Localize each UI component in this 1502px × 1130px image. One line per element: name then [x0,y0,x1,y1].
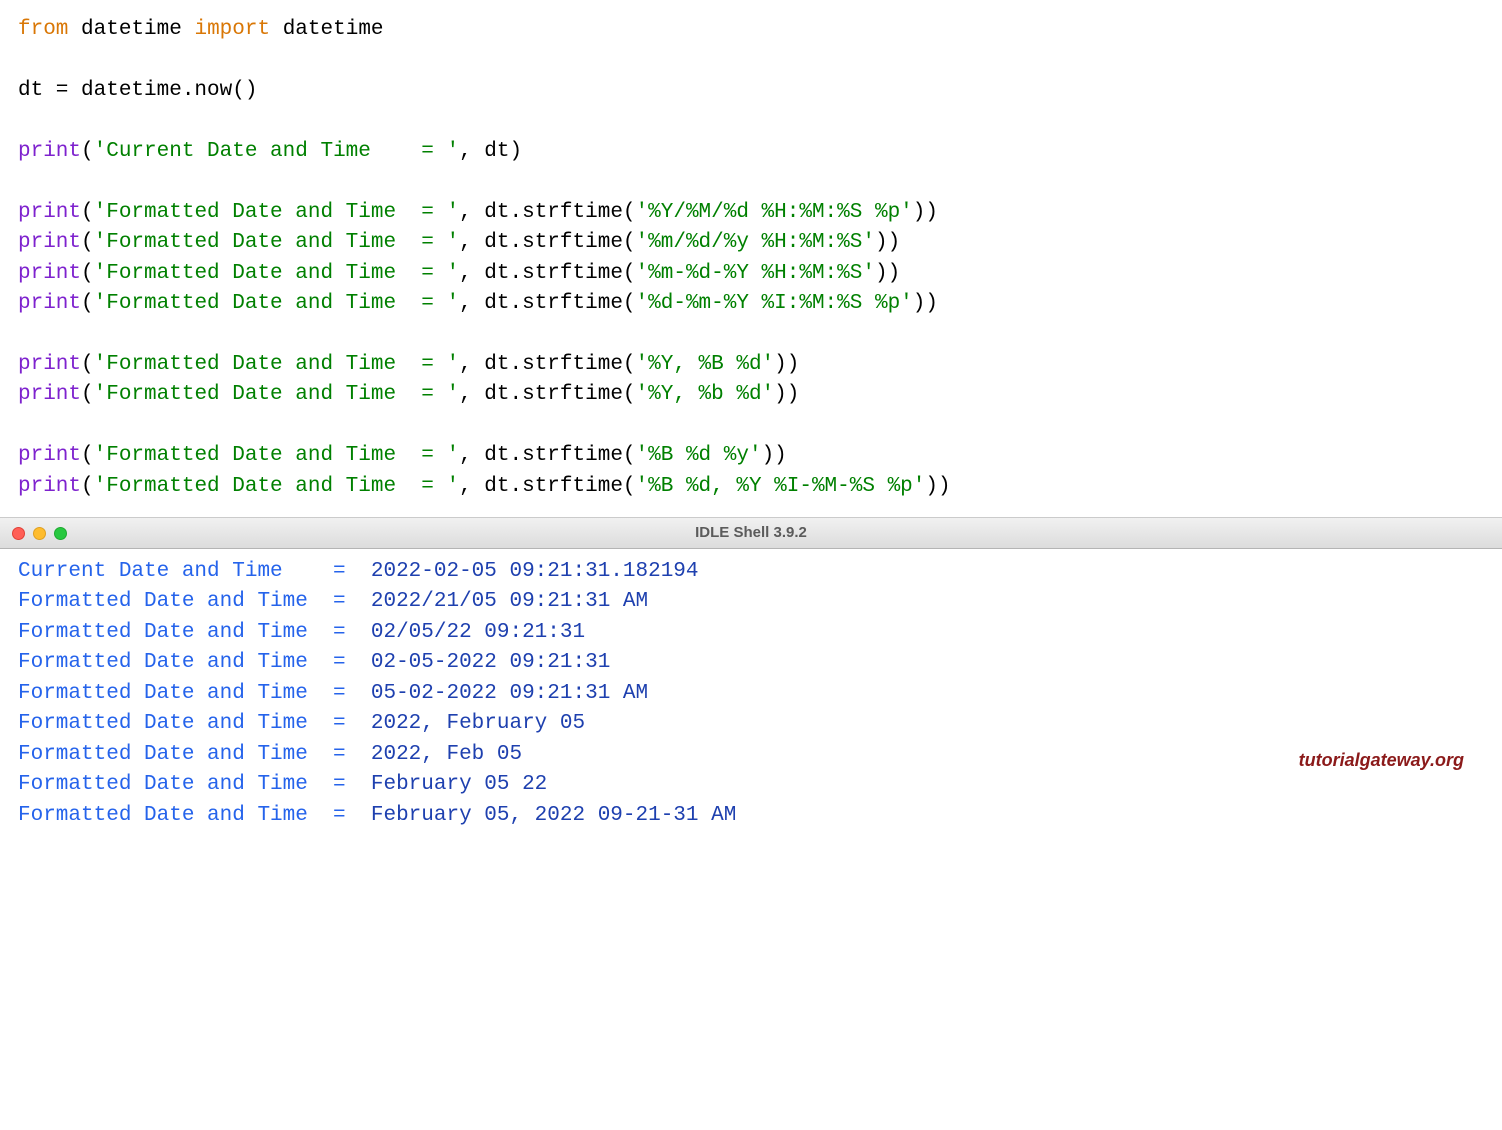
call-prefix: , dt.strftime( [459,444,635,467]
close-icon[interactable] [12,527,25,540]
format-string: '%Y, %B %d' [636,353,775,376]
shell-title: IDLE Shell 3.9.2 [0,522,1502,544]
call-prefix: , dt.strftime( [459,201,635,224]
format-string: '%Y, %b %d' [636,383,775,406]
output-line-value: 02/05/22 09:21:31 [371,621,585,644]
format-string: '%d-%m-%Y %I:%M:%S %p' [636,292,913,315]
call-prefix: , dt.strftime( [459,383,635,406]
maximize-icon[interactable] [54,527,67,540]
print-call: print [18,444,81,467]
call-prefix: , dt.strftime( [459,292,635,315]
print-call: print [18,353,81,376]
output-line-value: 05-02-2022 09:21:31 AM [371,682,648,705]
output-line-label: Formatted Date and Time = [18,590,371,613]
shell-titlebar[interactable]: IDLE Shell 3.9.2 [0,517,1502,549]
output-line-label: Formatted Date and Time = [18,621,371,644]
call-prefix: , dt.strftime( [459,475,635,498]
format-string: '%Y/%M/%d %H:%M:%S %p' [636,201,913,224]
print-call: print [18,262,81,285]
output-line-label: Formatted Date and Time = [18,773,371,796]
output-line-label: Current Date and Time = [18,560,371,583]
string-literal: 'Formatted Date and Time = ' [94,444,459,467]
args: , dt) [459,140,522,163]
print-call: print [18,475,81,498]
print-call: print [18,140,81,163]
output-line-label: Formatted Date and Time = [18,651,371,674]
print-call: print [18,383,81,406]
format-string: '%m/%d/%y %H:%M:%S' [636,231,875,254]
output-line-value: 2022/21/05 09:21:31 AM [371,590,648,613]
output-line-value: 2022-02-05 09:21:31.182194 [371,560,699,583]
format-string: '%B %d %y' [636,444,762,467]
print-call: print [18,201,81,224]
format-string: '%B %d, %Y %I-%M-%S %p' [636,475,926,498]
watermark: tutorialgateway.org [1299,747,1464,773]
code-editor: from datetime import datetime dt = datet… [0,0,1502,517]
output-line-label: Formatted Date and Time = [18,804,371,827]
module-name: datetime [81,18,182,41]
shell-output: Current Date and Time = 2022-02-05 09:21… [0,549,1502,846]
string-literal: 'Formatted Date and Time = ' [94,231,459,254]
minimize-icon[interactable] [33,527,46,540]
print-call: print [18,292,81,315]
import-target: datetime [283,18,384,41]
output-line-value: 2022, Feb 05 [371,743,522,766]
string-literal: 'Formatted Date and Time = ' [94,262,459,285]
call-prefix: , dt.strftime( [459,353,635,376]
window-controls [12,527,67,540]
format-string: '%m-%d-%Y %H:%M:%S' [636,262,875,285]
string-literal: 'Formatted Date and Time = ' [94,383,459,406]
output-line-value: 02-05-2022 09:21:31 [371,651,610,674]
print-call: print [18,231,81,254]
string-literal: 'Formatted Date and Time = ' [94,353,459,376]
output-line-label: Formatted Date and Time = [18,743,371,766]
keyword-import: import [194,18,270,41]
output-line-value: February 05 22 [371,773,547,796]
call-prefix: , dt.strftime( [459,262,635,285]
string-literal: 'Formatted Date and Time = ' [94,475,459,498]
output-line-value: 2022, February 05 [371,712,585,735]
string-literal: 'Formatted Date and Time = ' [94,292,459,315]
call-prefix: , dt.strftime( [459,231,635,254]
keyword-from: from [18,18,68,41]
output-line-value: February 05, 2022 09-21-31 AM [371,804,736,827]
output-line-label: Formatted Date and Time = [18,712,371,735]
string-literal: 'Current Date and Time = ' [94,140,459,163]
output-line-label: Formatted Date and Time = [18,682,371,705]
assign-statement: dt = datetime.now() [18,79,257,102]
string-literal: 'Formatted Date and Time = ' [94,201,459,224]
